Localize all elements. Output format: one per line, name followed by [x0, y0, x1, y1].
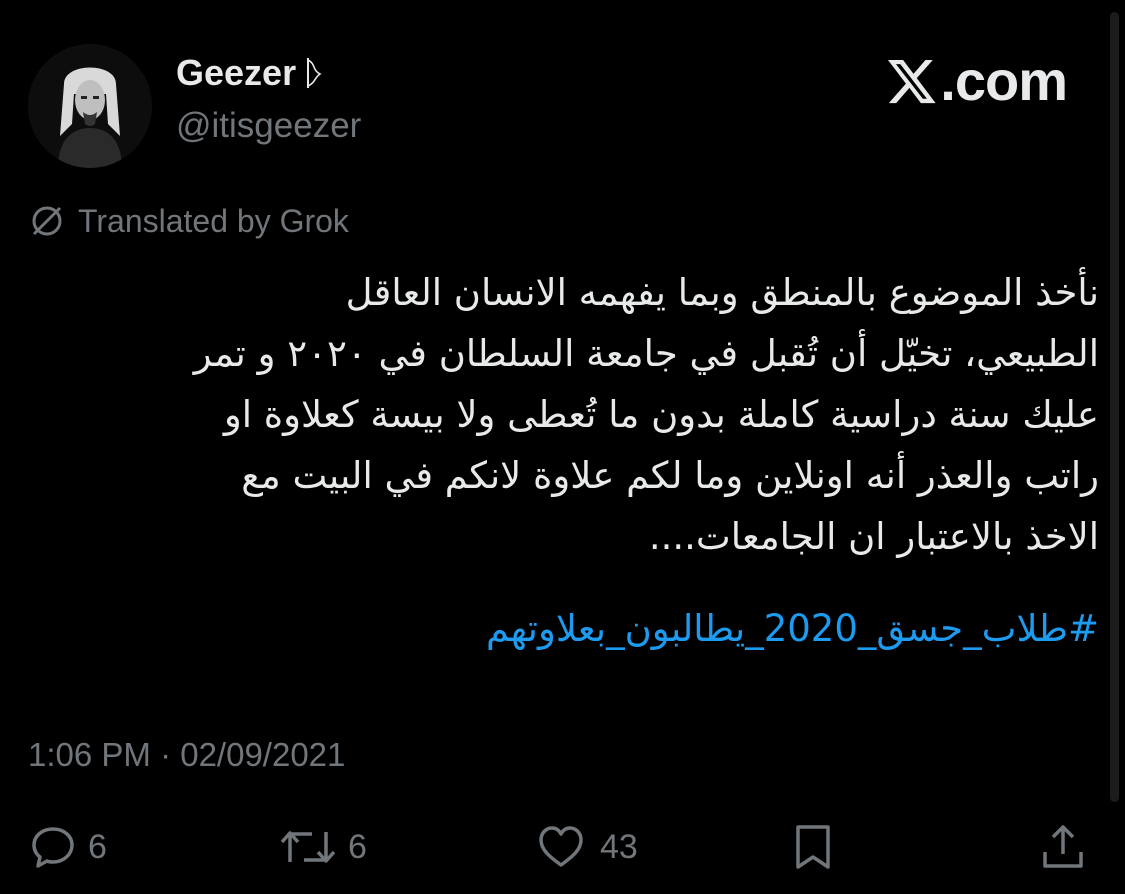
brand-mark: .com — [886, 48, 1068, 113]
hashtag-link[interactable]: #طلاب_جسق_2020_يطالبون_بعلاوتهم — [28, 598, 1099, 659]
like-button[interactable]: 43 — [532, 822, 638, 872]
tweet-line: الاخذ بالاعتبار ان الجامعات.... — [648, 515, 1099, 558]
translate-off-icon — [32, 206, 62, 236]
tweet-line: راتب والعذر أنه اونلاين وما لكم علاوة لا… — [241, 454, 1099, 497]
action-bar: 6 6 43 — [28, 822, 1085, 886]
repost-count: 6 — [348, 827, 367, 866]
like-count: 43 — [600, 827, 638, 866]
repost-icon — [280, 831, 336, 863]
bookmark-icon — [796, 825, 830, 869]
reply-icon — [32, 827, 74, 868]
brand-label: .com — [940, 49, 1068, 112]
x-logo — [888, 59, 936, 103]
flag-icon — [307, 58, 322, 88]
tweet-line: الطبيعي، تخيّل أن تُقبل في جامعة السلطان… — [193, 332, 1099, 375]
translation-label: Translated by Grok — [78, 202, 349, 239]
author-name-row[interactable]: Geezer — [176, 52, 326, 94]
repost-button[interactable]: 6 — [278, 822, 367, 872]
bookmark-button[interactable] — [788, 822, 838, 872]
heart-icon — [539, 826, 583, 867]
author-handle[interactable]: @itisgeezer — [176, 106, 361, 146]
reply-button[interactable]: 6 — [28, 822, 107, 872]
share-icon — [1043, 825, 1083, 868]
timestamp[interactable]: 1:06 PM · 02/09/2021 — [28, 736, 345, 774]
avatar[interactable] — [28, 44, 152, 168]
share-button[interactable] — [1038, 822, 1088, 872]
tweet-line: نأخذ الموضوع بالمنطق وبما يفهمه الانسان … — [345, 271, 1099, 314]
translation-note[interactable]: Translated by Grok — [28, 202, 349, 240]
scrollbar[interactable] — [1110, 12, 1119, 802]
reply-count: 6 — [88, 827, 107, 866]
display-name[interactable]: Geezer — [176, 52, 296, 94]
profile-photo — [28, 44, 152, 168]
tweet-line: عليك سنة دراسية كاملة بدون ما تُعطى ولا … — [223, 393, 1099, 436]
tweet-text: نأخذ الموضوع بالمنطق وبما يفهمه الانسان … — [28, 262, 1099, 567]
